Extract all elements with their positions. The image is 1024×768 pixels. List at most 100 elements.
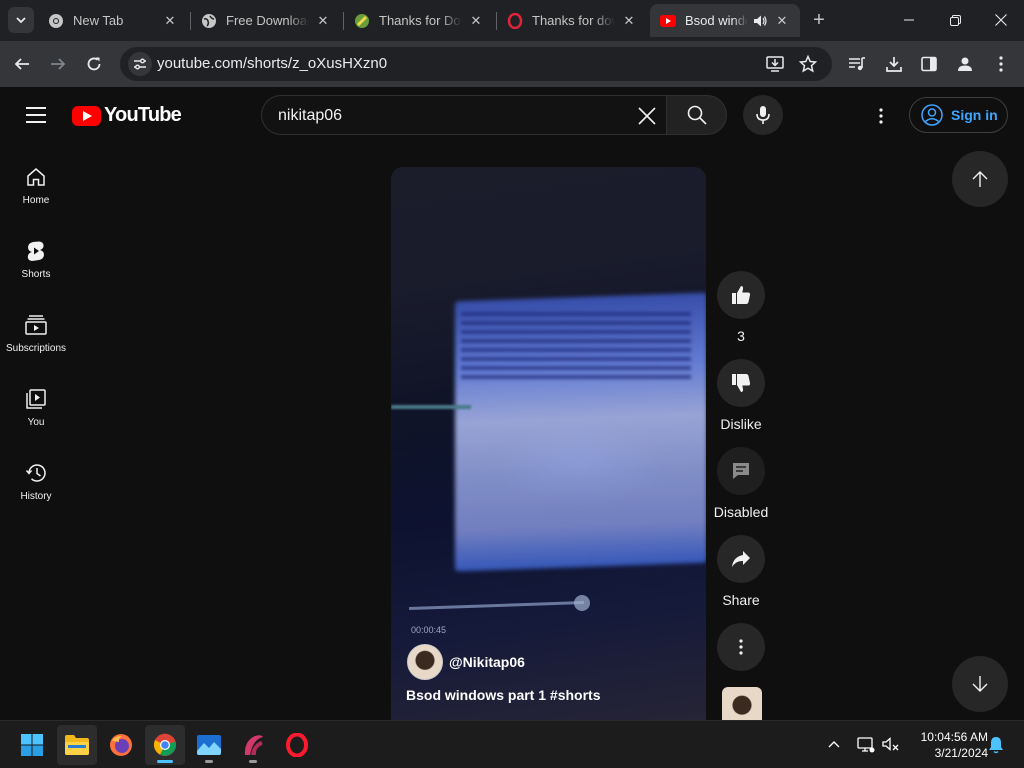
arrow-up-icon (972, 171, 988, 187)
reload-button[interactable] (80, 50, 108, 78)
dislike-button[interactable] (717, 359, 765, 407)
opera-icon (507, 12, 523, 29)
short-video-player[interactable]: 00:00:45 @Nikitap06 Bsod windows part 1 … (391, 167, 706, 720)
more-actions-button[interactable] (717, 623, 765, 671)
video-frame-timestamp: 00:00:45 (411, 625, 447, 635)
tab-search-button[interactable] (8, 7, 34, 33)
tab-youtube-active[interactable]: Bsod windo ✕ (650, 4, 800, 37)
side-panel-button[interactable] (918, 53, 940, 75)
tab-new-tab[interactable]: New Tab ✕ (38, 4, 188, 37)
bookmark-button[interactable] (797, 53, 819, 75)
running-indicator (249, 760, 257, 763)
show-hidden-icons-button[interactable] (825, 735, 843, 753)
network-icon (857, 737, 875, 753)
profile-button[interactable] (954, 53, 976, 75)
notifications-button[interactable] (986, 735, 1006, 755)
channel-handle[interactable]: @Nikitap06 (449, 654, 525, 670)
volume-button[interactable] (881, 735, 901, 755)
short-title[interactable]: Bsod windows part 1 #shorts (406, 687, 600, 703)
share-action[interactable]: Share (709, 535, 773, 608)
bell-icon (989, 737, 1003, 754)
taskbar-photos[interactable] (189, 725, 229, 765)
youtube-wordmark: YouTube (104, 104, 182, 126)
taskbar-file-explorer[interactable] (57, 725, 97, 765)
close-icon (638, 107, 656, 125)
share-button[interactable] (717, 535, 765, 583)
guide-item-history[interactable]: History (0, 447, 72, 521)
search-input[interactable]: nikitap06 (278, 107, 342, 125)
more-actions[interactable] (709, 623, 773, 671)
guide-menu-button[interactable] (20, 103, 52, 127)
sound-channel-avatar[interactable] (722, 687, 762, 720)
guide-item-subscriptions[interactable]: Subscriptions (0, 299, 72, 373)
youtube-icon (660, 13, 676, 29)
tab-thanks-for-download-2[interactable]: Thanks for dow ✕ (497, 4, 647, 37)
taskbar-app[interactable] (233, 725, 273, 765)
close-tab-icon[interactable]: ✕ (774, 13, 790, 29)
guide-item-you[interactable]: You (0, 373, 72, 447)
taskbar-firefox[interactable] (101, 725, 141, 765)
chrome-menu-button[interactable] (990, 53, 1012, 75)
guide-item-shorts[interactable]: Shorts (0, 225, 72, 299)
new-tab-button[interactable]: + (808, 9, 830, 31)
kebab-menu-icon (879, 108, 883, 124)
back-button[interactable] (8, 50, 36, 78)
tab-label: Thanks for Dow (379, 13, 462, 28)
minimize-button[interactable] (886, 0, 932, 40)
downloads-button[interactable] (883, 53, 905, 75)
speaker-icon[interactable] (752, 13, 768, 29)
previous-short-button[interactable] (952, 151, 1008, 207)
address-bar[interactable]: youtube.com/shorts/z_oXusHXzn0 (120, 47, 832, 81)
video-frame-bar (391, 405, 471, 409)
chrome-icon (48, 13, 64, 29)
like-action[interactable]: 3 (709, 271, 773, 344)
channel-info[interactable]: @Nikitap06 (407, 644, 525, 680)
youtube-logo[interactable]: YouTube (72, 104, 182, 127)
start-icon (21, 734, 43, 756)
clock-time: 10:04:56 AM (920, 730, 988, 744)
chevron-down-icon (16, 17, 26, 24)
microphone-icon (756, 106, 770, 124)
site-info-button[interactable] (128, 52, 152, 76)
media-controls-button[interactable] (846, 53, 868, 75)
chrome-icon (153, 733, 176, 756)
side-panel-icon (921, 56, 937, 72)
comments-button[interactable] (717, 447, 765, 495)
close-tab-icon[interactable]: ✕ (162, 13, 178, 29)
comments-action[interactable]: Disabled (709, 447, 773, 520)
install-app-button[interactable] (764, 53, 786, 75)
settings-menu-button[interactable] (866, 101, 896, 131)
restore-button[interactable] (932, 0, 978, 40)
like-button[interactable] (717, 271, 765, 319)
voice-search-button[interactable] (743, 95, 783, 135)
close-window-button[interactable] (978, 0, 1024, 40)
shorts-icon (24, 239, 48, 263)
taskbar-opera[interactable] (277, 725, 317, 765)
tab-strip: New Tab ✕ Free Download ✕ Thanks for Dow… (0, 0, 1024, 41)
close-tab-icon[interactable]: ✕ (468, 13, 484, 29)
tab-free-download[interactable]: Free Download ✕ (191, 4, 341, 37)
taskbar-chrome[interactable] (145, 725, 185, 765)
site-icon (354, 13, 370, 29)
reload-icon (87, 57, 101, 71)
search-button[interactable] (666, 95, 727, 135)
start-button[interactable] (12, 725, 52, 765)
dislike-action[interactable]: Dislike (709, 359, 773, 432)
clear-search-button[interactable] (636, 105, 658, 127)
search-box[interactable]: nikitap06 (261, 95, 666, 135)
active-indicator (157, 760, 173, 763)
close-tab-icon[interactable]: ✕ (621, 13, 637, 29)
tab-thanks-for-download-1[interactable]: Thanks for Dow ✕ (344, 4, 494, 37)
guide-item-home[interactable]: Home (0, 151, 72, 225)
video-frame-lines (461, 312, 691, 382)
sign-in-label: Sign in (951, 107, 998, 123)
channel-avatar[interactable] (407, 644, 443, 680)
you-icon (24, 387, 48, 411)
system-clock[interactable]: 10:04:56 AM 3/21/2024 (906, 729, 988, 761)
sign-in-button[interactable]: Sign in (909, 97, 1008, 133)
forward-button[interactable] (44, 50, 72, 78)
network-button[interactable] (856, 735, 876, 755)
arrow-left-icon (14, 58, 29, 70)
close-tab-icon[interactable]: ✕ (315, 13, 331, 29)
next-short-button[interactable] (952, 656, 1008, 712)
